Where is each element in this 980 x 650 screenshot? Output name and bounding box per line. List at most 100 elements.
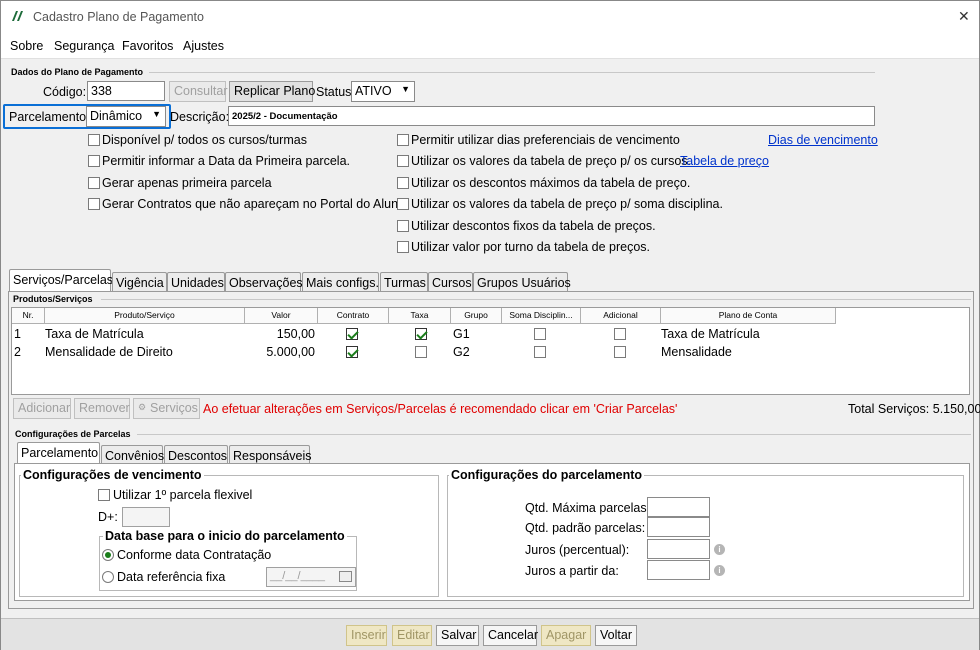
tab-observacoes[interactable]: Observações: [225, 272, 303, 292]
editar-button[interactable]: Editar: [392, 625, 432, 646]
menu-seguranca[interactable]: Segurança: [54, 39, 114, 53]
cell-taxa-checkbox[interactable]: [415, 346, 427, 358]
descontos-maximos-checkbox[interactable]: [397, 177, 409, 189]
valor-turno-checkbox[interactable]: [397, 241, 409, 253]
voltar-button[interactable]: Voltar: [595, 625, 637, 646]
total-servicos: Total Serviços: 5.150,00: [848, 402, 980, 416]
chevron-down-icon: ▼: [401, 84, 410, 94]
juros-partir-field[interactable]: [647, 560, 710, 580]
radio-contratacao-label: Conforme data Contratação: [117, 548, 272, 562]
cell-plano: Mensalidade: [661, 345, 732, 359]
info-icon[interactable]: i: [714, 565, 725, 576]
status-value: ATIVO: [355, 84, 392, 98]
remover-button[interactable]: Remover: [74, 398, 130, 419]
warning-text: Ao efetuar alterações em Serviços/Parcel…: [203, 402, 678, 416]
tabela-preco-link[interactable]: Tabela de preço: [680, 154, 769, 168]
radio-contratacao[interactable]: [102, 549, 114, 561]
status-label: Status:: [316, 85, 355, 99]
dias-vencimento-link[interactable]: Dias de vencimento: [768, 133, 878, 147]
cell-contrato-checkbox[interactable]: [346, 328, 358, 340]
col-grupo[interactable]: Grupo: [451, 308, 502, 324]
descontos-fixos-label: Utilizar descontos fixos da tabela de pr…: [411, 219, 656, 233]
cancelar-button[interactable]: Cancelar: [483, 625, 538, 646]
tab-convenios[interactable]: Convênios: [101, 445, 164, 465]
col-taxa[interactable]: Taxa: [389, 308, 451, 324]
data-primeira-parcela-checkbox[interactable]: [88, 155, 100, 167]
servicos-button[interactable]: ⚙ Serviços: [133, 398, 200, 419]
consultar-button[interactable]: Consultar: [169, 81, 228, 102]
divider: [149, 72, 875, 73]
gear-icon: ⚙: [138, 402, 147, 412]
cell-adicional-checkbox[interactable]: [614, 346, 626, 358]
radio-data-fixa[interactable]: [102, 571, 114, 583]
apagar-button[interactable]: Apagar: [541, 625, 591, 646]
codigo-field[interactable]: 338: [87, 81, 165, 101]
tab-unidades[interactable]: Unidades: [167, 272, 225, 292]
table-row[interactable]: 2 Mensalidade de Direito 5.000,00 G2 Men…: [12, 343, 836, 361]
main-tab-strip: Serviços/Parcelas Vigência Unidades Obse…: [9, 269, 973, 292]
dias-preferenciais-checkbox[interactable]: [397, 134, 409, 146]
tab-responsaveis[interactable]: Responsáveis: [229, 445, 312, 465]
cell-taxa-checkbox[interactable]: [415, 328, 427, 340]
cell-produto: Mensalidade de Direito: [45, 345, 173, 359]
col-plano-conta[interactable]: Plano de Conta: [661, 308, 836, 324]
data-fixa-field[interactable]: __/__/____: [266, 567, 356, 587]
gerar-primeira-parcela-label: Gerar apenas primeira parcela: [102, 176, 272, 190]
tab-vigencia[interactable]: Vigência: [112, 272, 167, 292]
config-group-label: Configurações de Parcelas: [15, 429, 131, 439]
parcela-flexivel-checkbox[interactable]: [98, 489, 110, 501]
cell-contrato-checkbox[interactable]: [346, 346, 358, 358]
col-valor[interactable]: Valor: [245, 308, 318, 324]
parcelamento-select[interactable]: Dinâmico ▼: [86, 106, 166, 127]
status-select[interactable]: ATIVO ▼: [351, 81, 415, 102]
menu-sobre[interactable]: Sobre: [10, 39, 43, 53]
gerar-contratos-checkbox[interactable]: [88, 198, 100, 210]
inserir-button[interactable]: Inserir: [346, 625, 387, 646]
app-window: Cadastro Plano de Pagamento ✕ Sobre Segu…: [0, 0, 980, 650]
menu-ajustes[interactable]: Ajustes: [183, 39, 224, 53]
cell-valor: 5.000,00: [266, 345, 315, 359]
tab-cursos[interactable]: Cursos: [428, 272, 473, 292]
table-row[interactable]: 1 Taxa de Matrícula 150,00 G1 Taxa de Ma…: [12, 325, 836, 343]
dias-preferenciais-label: Permitir utilizar dias preferenciais de …: [411, 133, 680, 147]
tab-servicos-parcelas[interactable]: Serviços/Parcelas: [9, 269, 113, 292]
parcelamento-title: Configurações do parcelamento: [449, 468, 645, 482]
col-soma-disciplina[interactable]: Soma Disciplin...: [502, 308, 581, 324]
col-adicional[interactable]: Adicional: [581, 308, 661, 324]
calendar-icon[interactable]: [339, 571, 352, 582]
descontos-fixos-checkbox[interactable]: [397, 220, 409, 232]
salvar-button[interactable]: Salvar: [436, 625, 479, 646]
menu-favoritos[interactable]: Favoritos: [122, 39, 173, 53]
cell-soma-checkbox[interactable]: [534, 346, 546, 358]
produtos-table[interactable]: Nr. Produto/Serviço Valor Contrato Taxa …: [11, 307, 970, 395]
juros-field[interactable]: [647, 539, 710, 559]
col-contrato[interactable]: Contrato: [318, 308, 389, 324]
disponivel-checkbox[interactable]: [88, 134, 100, 146]
adicionar-button[interactable]: Adicionar: [13, 398, 71, 419]
data-primeira-parcela-label: Permitir informar a Data da Primeira par…: [102, 154, 350, 168]
dplus-field[interactable]: [122, 507, 170, 527]
gerar-primeira-parcela-checkbox[interactable]: [88, 177, 100, 189]
close-icon[interactable]: ✕: [958, 8, 970, 25]
tab-descontos[interactable]: Descontos: [164, 445, 228, 465]
replicar-plano-button[interactable]: Replicar Plano: [229, 81, 315, 102]
cell-adicional-checkbox[interactable]: [614, 328, 626, 340]
qtd-padrao-field[interactable]: [647, 517, 710, 537]
descricao-field[interactable]: 2025/2 - Documentação: [228, 106, 875, 126]
col-produto[interactable]: Produto/Serviço: [45, 308, 245, 324]
tab-parcelamento[interactable]: Parcelamento: [17, 442, 100, 465]
cell-soma-checkbox[interactable]: [534, 328, 546, 340]
cell-valor: 150,00: [276, 327, 315, 341]
title-bar: Cadastro Plano de Pagamento ✕: [1, 1, 979, 33]
parcela-flexivel-label: Utilizar 1º parcela flexivel: [113, 488, 253, 502]
divider: [101, 299, 971, 300]
tab-turmas[interactable]: Turmas: [380, 272, 428, 292]
soma-disciplina-checkbox[interactable]: [397, 198, 409, 210]
qtd-max-field[interactable]: [647, 497, 710, 517]
tab-mais-configs[interactable]: Mais configs.: [302, 272, 379, 292]
tab-grupos-usuarios[interactable]: Grupos Usuários: [473, 272, 571, 292]
info-icon[interactable]: i: [714, 544, 725, 555]
valores-tabela-cursos-checkbox[interactable]: [397, 155, 409, 167]
juros-label: Juros (percentual):: [525, 543, 630, 557]
col-nr[interactable]: Nr.: [12, 308, 45, 324]
